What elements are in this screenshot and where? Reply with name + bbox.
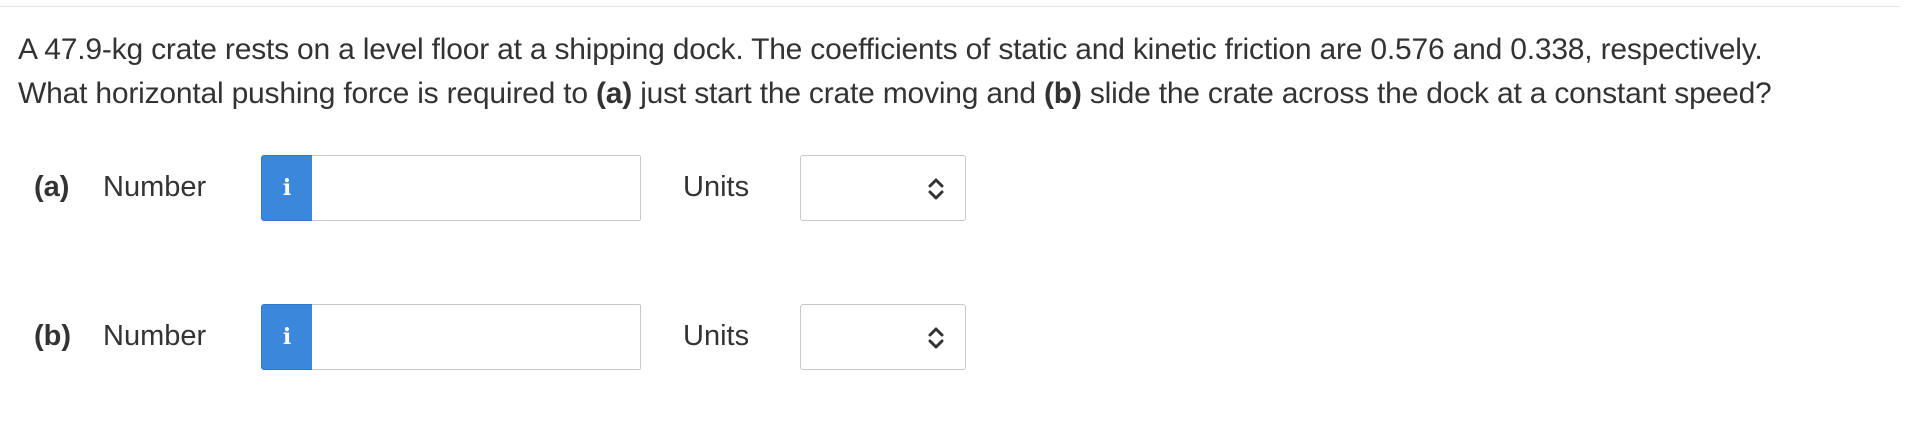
units-select-b[interactable]	[800, 304, 966, 370]
part-label-a: (a)	[34, 171, 70, 203]
chevron-up-down-icon	[928, 327, 944, 349]
answer-row-a: (a) Number i Units	[0, 155, 1000, 221]
question-line-1: A 47.9-kg crate rests on a level floor a…	[18, 33, 1763, 66]
answer-row-b: (b) Number i Units	[0, 304, 1000, 370]
info-icon: i	[282, 175, 292, 201]
units-select-a[interactable]	[800, 155, 966, 221]
number-label-b: Number	[103, 320, 207, 352]
question-line-2-post: slide the crate across the dock at a con…	[1081, 77, 1772, 110]
info-button-b[interactable]: i	[261, 304, 313, 370]
question-line-2-mid: just start the crate moving and	[632, 77, 1044, 110]
number-input-a[interactable]	[312, 155, 641, 221]
number-input-b[interactable]	[312, 304, 641, 370]
chevron-up-down-icon	[928, 178, 944, 200]
part-label-b: (b)	[34, 320, 72, 352]
number-label-a: Number	[103, 171, 207, 203]
question-line-2-pre: What horizontal pushing force is require…	[18, 77, 596, 110]
info-icon: i	[282, 324, 292, 350]
units-label-b: Units	[683, 320, 750, 352]
question-part-b-ref: (b)	[1044, 77, 1082, 110]
units-label-a: Units	[683, 171, 750, 203]
question-part-a-ref: (a)	[595, 77, 633, 110]
top-divider	[0, 0, 1900, 7]
question-text: A 47.9-kg crate rests on a level floor a…	[18, 28, 1908, 116]
info-button-a[interactable]: i	[261, 155, 313, 221]
